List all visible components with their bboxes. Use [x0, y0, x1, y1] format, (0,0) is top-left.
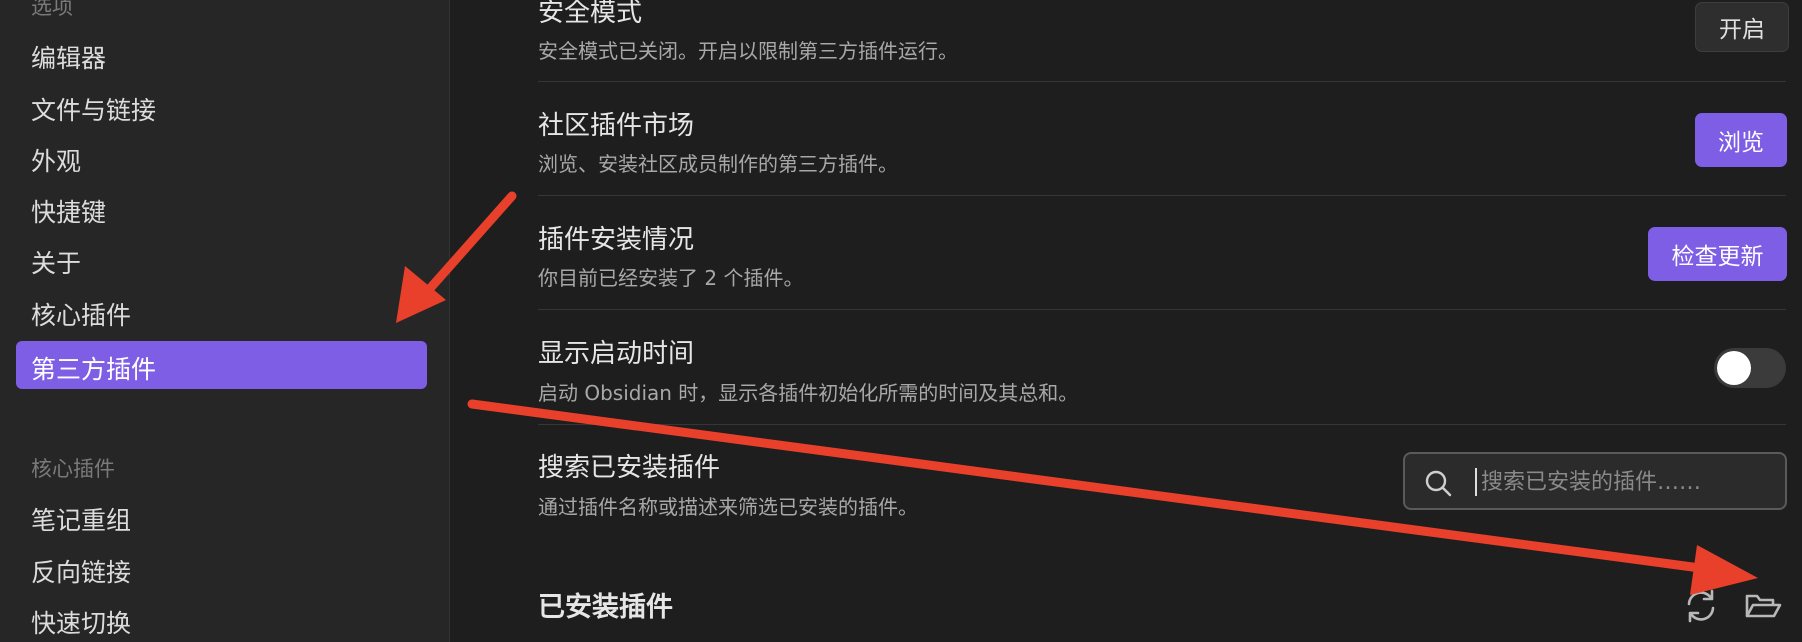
startup-time-toggle[interactable] — [1714, 348, 1786, 388]
sidebar-item-hotkeys[interactable]: 快捷键 — [31, 193, 106, 229]
browse-plugins-button[interactable]: 浏览 — [1695, 113, 1787, 167]
toggle-knob — [1717, 351, 1751, 385]
sidebar-section-heading-core-plugins: 核心插件 — [31, 457, 115, 481]
sidebar-item-note-composer[interactable]: 笔记重组 — [31, 501, 131, 537]
setting-description: 你目前已经安装了 2 个插件。 — [538, 266, 804, 290]
settings-sidebar: 选项 编辑器 文件与链接 外观 快捷键 关于 核心插件 第三方插件 核心插件 笔… — [0, 0, 450, 642]
setting-description: 启动 Obsidian 时，显示各插件初始化所需的时间及其总和。 — [538, 381, 1079, 405]
setting-title: 插件安装情况 — [538, 225, 695, 255]
check-updates-button[interactable]: 检查更新 — [1648, 227, 1787, 281]
search-input[interactable] — [1479, 464, 1773, 500]
divider — [538, 81, 1786, 82]
sidebar-item-core-plugins[interactable]: 核心插件 — [31, 296, 131, 332]
setting-title: 搜索已安装插件 — [538, 453, 721, 483]
search-installed-plugins-box[interactable] — [1403, 452, 1787, 510]
setting-title: 显示启动时间 — [538, 339, 695, 369]
search-icon — [1425, 470, 1452, 497]
setting-title: 社区插件市场 — [538, 111, 695, 141]
setting-description: 安全模式已关闭。开启以限制第三方插件运行。 — [538, 39, 958, 63]
sidebar-item-editor[interactable]: 编辑器 — [31, 39, 106, 75]
sidebar-item-community-plugins[interactable]: 第三方插件 — [16, 341, 427, 389]
sidebar-item-backlinks[interactable]: 反向链接 — [31, 553, 131, 589]
text-cursor — [1475, 468, 1477, 496]
folder-open-icon[interactable] — [1742, 586, 1782, 626]
setting-description: 通过插件名称或描述来筛选已安装的插件。 — [538, 495, 918, 519]
reload-icon[interactable] — [1681, 586, 1721, 626]
divider — [538, 309, 1786, 310]
sidebar-item-quick-switcher[interactable]: 快速切换 — [31, 604, 131, 640]
installed-plugins-heading: 已安装插件 — [538, 592, 673, 623]
sidebar-item-appearance[interactable]: 外观 — [31, 142, 81, 178]
divider — [538, 424, 1786, 425]
setting-description: 浏览、安装社区成员制作的第三方插件。 — [538, 152, 898, 176]
sidebar-item-files-links[interactable]: 文件与链接 — [31, 91, 156, 127]
sidebar-item-label: 第三方插件 — [31, 355, 157, 384]
setting-title: 安全模式 — [538, 0, 643, 28]
sidebar-item-about[interactable]: 关于 — [31, 244, 81, 280]
turn-on-safe-mode-button[interactable]: 开启 — [1695, 2, 1789, 52]
divider — [538, 195, 1786, 196]
sidebar-section-heading-options: 选项 — [31, 0, 73, 19]
